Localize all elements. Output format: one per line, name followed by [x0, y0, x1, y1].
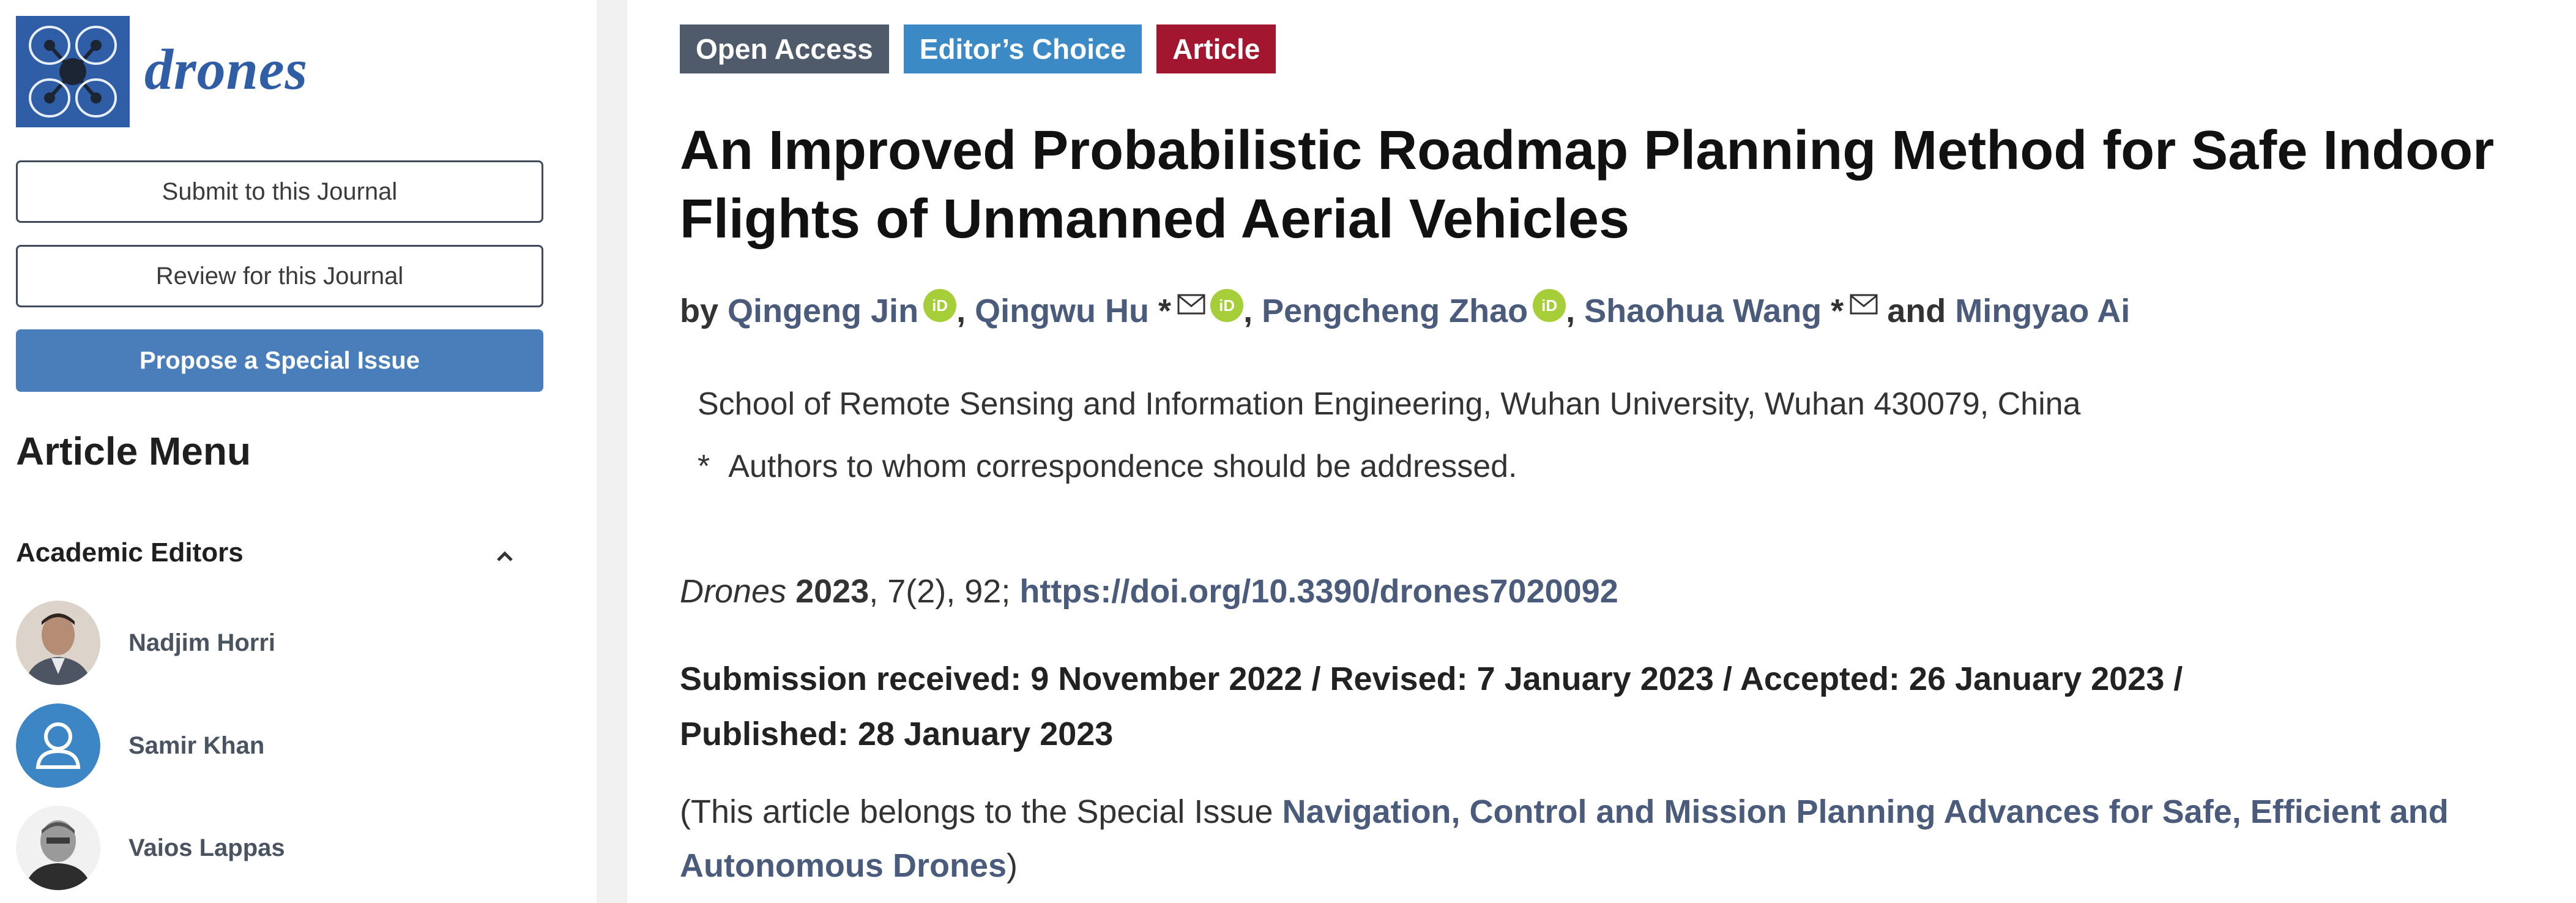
academic-editors-heading[interactable]: Academic Editors	[16, 538, 244, 568]
citation-year: 2023	[795, 573, 869, 610]
special-issue-note: (This article belongs to the Special Iss…	[680, 785, 2576, 893]
article-main: Open Access Editor’s Choice Article An I…	[627, 0, 2576, 903]
editor-item[interactable]: Samir Khan	[16, 703, 542, 789]
author-link[interactable]: Shaohua Wang	[1584, 293, 1822, 329]
and-label: and	[1887, 293, 1946, 329]
sidebar-divider	[597, 0, 627, 903]
open-access-badge[interactable]: Open Access	[680, 24, 889, 73]
by-label: by	[680, 293, 719, 329]
history-line: Published: 28 January 2023	[680, 716, 1114, 752]
submit-journal-button[interactable]: Submit to this Journal	[16, 160, 543, 223]
editor-item[interactable]: Vaios Lappas	[16, 805, 542, 891]
author-list: by Qingeng Jin iD, Qingwu Hu * iD, Pengche…	[680, 279, 2564, 335]
correspondence-note: * Authors to whom correspondence should b…	[698, 448, 1517, 485]
author-link[interactable]: Mingyao Ai	[1955, 293, 2130, 329]
correspondence-text: Authors to whom correspondence should be…	[728, 449, 1517, 484]
drone-logo-icon[interactable]	[16, 16, 130, 127]
correspondence-star: *	[698, 449, 710, 484]
avatar	[16, 601, 100, 685]
citation-journal: Drones	[680, 573, 787, 610]
orcid-icon[interactable]: iD	[1533, 289, 1566, 322]
user-placeholder-icon	[16, 703, 100, 788]
special-issue-suffix: )	[1007, 847, 1018, 884]
orcid-icon[interactable]: iD	[923, 289, 957, 322]
chevron-up-icon[interactable]	[490, 541, 520, 572]
article-badges: Open Access Editor’s Choice Article	[680, 24, 1276, 73]
history-line: Submission received: 9 November 2022 / R…	[680, 661, 2183, 697]
affiliation: School of Remote Sensing and Information…	[698, 386, 2081, 422]
author-link[interactable]: Qingeng Jin	[728, 293, 918, 329]
propose-special-issue-button[interactable]: Propose a Special Issue	[16, 329, 543, 392]
article-menu-heading: Article Menu	[16, 429, 251, 473]
doi-link[interactable]: https://doi.org/10.3390/drones7020092	[1019, 573, 1618, 610]
editor-item[interactable]: Nadjim Horri	[16, 600, 542, 686]
publication-history: Submission received: 9 November 2022 / R…	[680, 651, 2552, 762]
mail-icon[interactable]	[1177, 279, 1205, 328]
special-issue-prefix: (This article belongs to the Special Iss…	[680, 793, 1282, 830]
sidebar: drones Submit to this Journal Review for…	[0, 0, 597, 903]
citation-details: , 7(2), 92;	[869, 573, 1020, 610]
avatar	[16, 806, 100, 890]
article-type-badge: Article	[1156, 24, 1276, 73]
mail-icon[interactable]	[1850, 279, 1878, 328]
review-journal-button[interactable]: Review for this Journal	[16, 245, 543, 307]
citation: Drones 2023, 7(2), 92; https://doi.org/1…	[680, 572, 1618, 610]
editor-name[interactable]: Samir Khan	[128, 732, 264, 760]
author-link[interactable]: Pengcheng Zhao	[1262, 293, 1528, 329]
corresponding-star: *	[1831, 293, 1844, 329]
corresponding-star: *	[1158, 293, 1172, 329]
author-link[interactable]: Qingwu Hu	[975, 293, 1149, 329]
editor-name[interactable]: Nadjim Horri	[128, 629, 275, 657]
editor-name[interactable]: Vaios Lappas	[128, 834, 285, 862]
editors-choice-badge[interactable]: Editor’s Choice	[903, 24, 1142, 73]
orcid-icon[interactable]: iD	[1210, 289, 1244, 322]
article-title: An Improved Probabilistic Roadmap Planni…	[680, 120, 2495, 250]
journal-logo-text[interactable]: drones	[144, 37, 308, 103]
